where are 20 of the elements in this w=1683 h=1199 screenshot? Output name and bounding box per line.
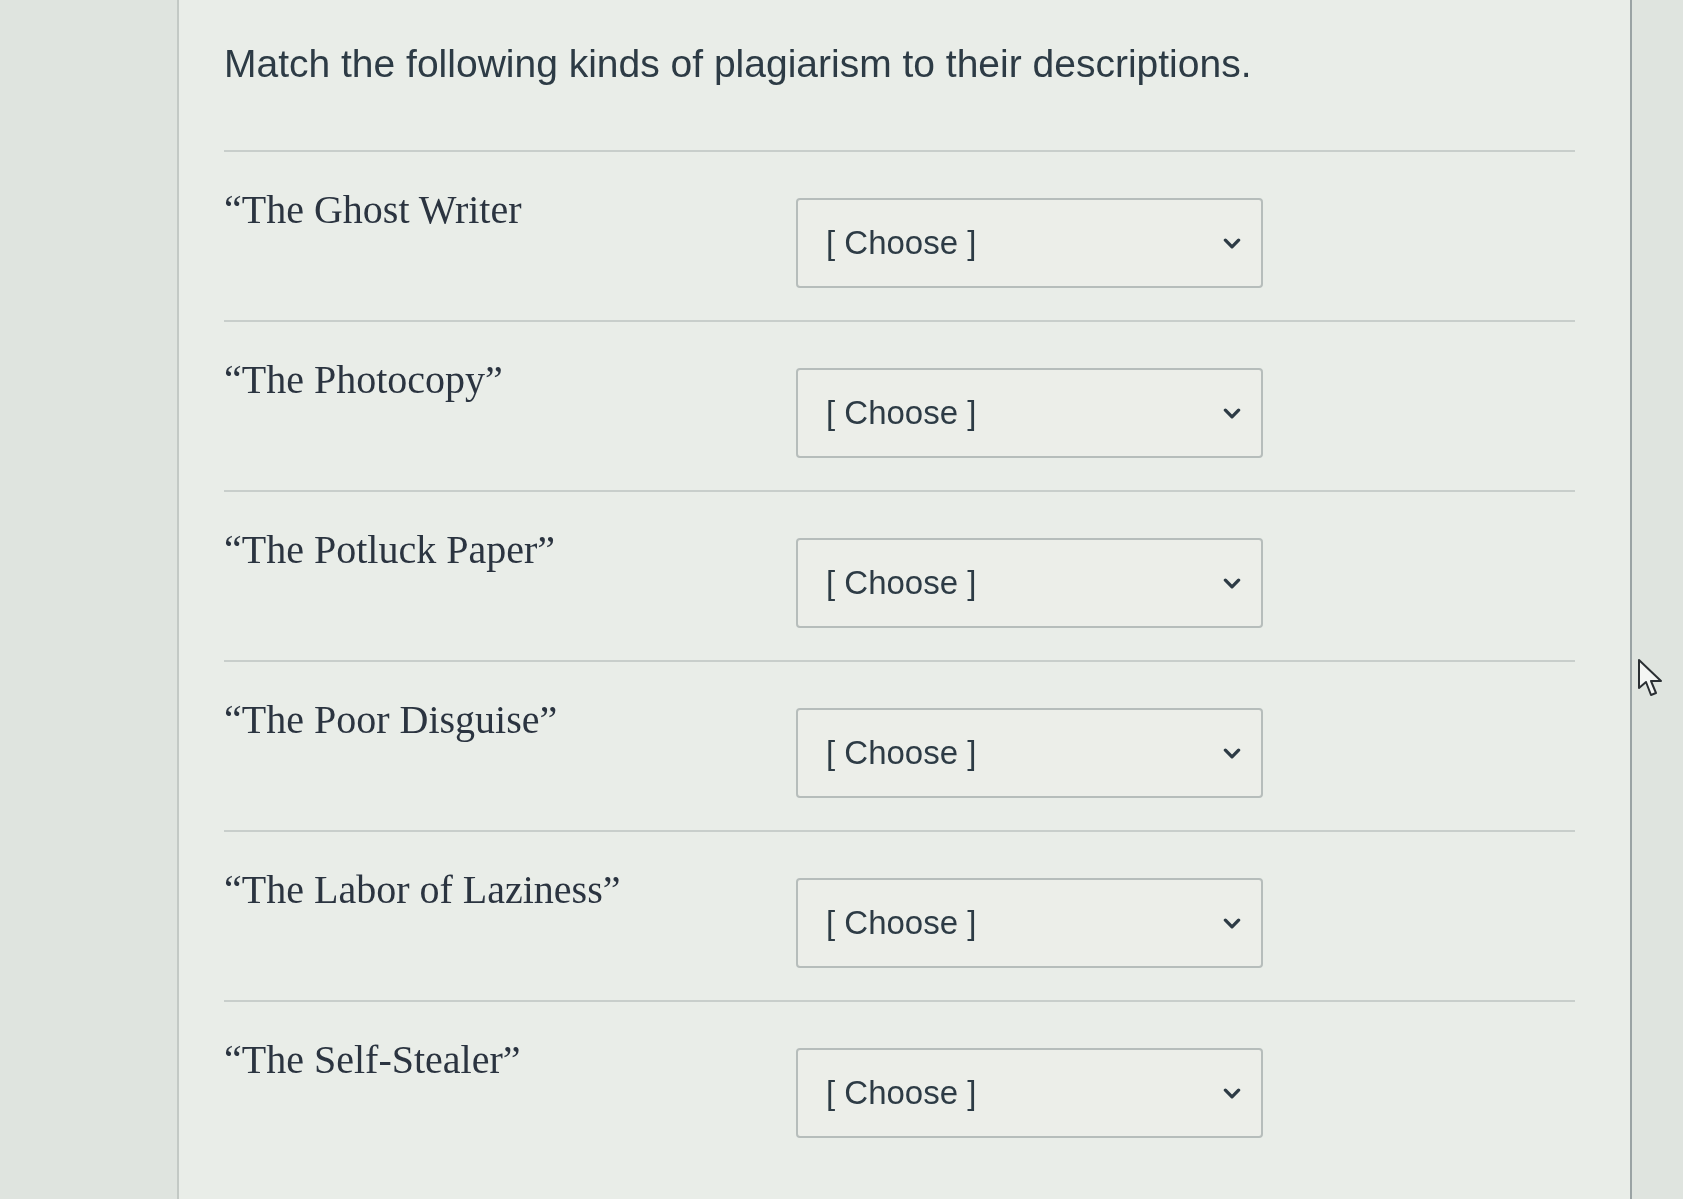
answer-dropdown[interactable]: [ Choose ] bbox=[796, 538, 1263, 628]
term-label: “The Labor of Laziness” bbox=[224, 866, 621, 914]
term-label: “The Ghost Writer bbox=[224, 186, 522, 234]
term-label: “The Potluck Paper” bbox=[224, 526, 555, 574]
question-prompt: Match the following kinds of plagiarism to their descriptions. bbox=[224, 41, 1253, 87]
chevron-down-icon bbox=[1223, 577, 1241, 589]
chevron-down-icon bbox=[1223, 237, 1241, 249]
answer-dropdown[interactable]: [ Choose ] bbox=[796, 368, 1263, 458]
answer-dropdown[interactable]: [ Choose ] bbox=[796, 708, 1263, 798]
chevron-down-icon bbox=[1223, 747, 1241, 759]
term-label: “The Poor Disguise” bbox=[224, 696, 558, 744]
answer-dropdown[interactable]: [ Choose ] bbox=[796, 878, 1263, 968]
term-label: “The Self-Stealer” bbox=[224, 1036, 521, 1084]
chevron-down-icon bbox=[1223, 917, 1241, 929]
term-label: “The Photocopy” bbox=[224, 356, 503, 404]
answer-dropdown[interactable]: [ Choose ] bbox=[796, 198, 1263, 288]
answer-dropdown[interactable]: [ Choose ] bbox=[796, 1048, 1263, 1138]
chevron-down-icon bbox=[1223, 1087, 1241, 1099]
mouse-pointer-icon bbox=[1637, 658, 1665, 698]
chevron-down-icon bbox=[1223, 407, 1241, 419]
